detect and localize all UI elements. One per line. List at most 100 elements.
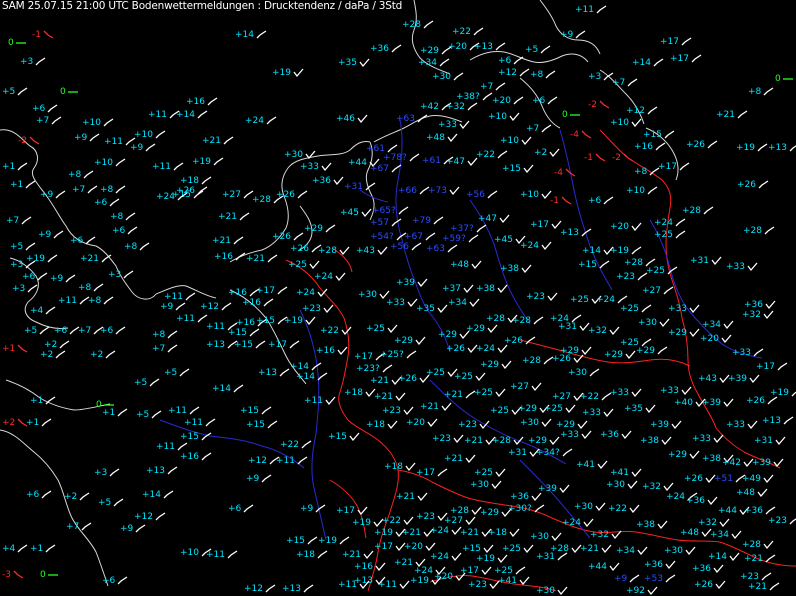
tendency-value: +10 bbox=[520, 190, 539, 200]
tendency-check-icon bbox=[775, 436, 786, 445]
tendency-value: +38 bbox=[702, 454, 721, 464]
station-observation: +6 bbox=[32, 104, 58, 114]
station-observation: +10 bbox=[610, 118, 642, 128]
tendency-check-icon bbox=[719, 518, 730, 527]
tendency-value: +17 bbox=[660, 37, 679, 47]
tendency-up-icon bbox=[109, 198, 120, 207]
tendency-check-icon bbox=[317, 288, 328, 297]
station-observation: +7 bbox=[480, 82, 506, 92]
tendency-value: +13 bbox=[282, 584, 301, 594]
tendency-value: +21 bbox=[212, 236, 231, 246]
tendency-value: +11 bbox=[338, 580, 357, 590]
tendency-up-icon bbox=[177, 442, 188, 451]
tendency-up-icon bbox=[205, 418, 216, 427]
station-observation: +15 bbox=[502, 164, 534, 174]
station-observation: +24 bbox=[156, 192, 188, 202]
tendency-value: +44 bbox=[588, 562, 607, 572]
station-observation: +7 bbox=[66, 522, 92, 532]
station-observation: +19 bbox=[476, 554, 508, 564]
tendency-value: +6 bbox=[102, 576, 116, 586]
station-observation: +13 bbox=[474, 42, 506, 52]
station-observation: +27 bbox=[510, 382, 542, 392]
tendency-value: +9 bbox=[246, 474, 260, 484]
station-observation: +6 bbox=[26, 490, 52, 500]
tendency-value: +30 bbox=[520, 418, 539, 428]
station-observation: +19 bbox=[272, 68, 304, 78]
tendency-up-icon bbox=[540, 45, 551, 54]
tendency-value: +22 bbox=[320, 326, 339, 336]
tendency-up-icon bbox=[777, 362, 788, 371]
tendency-value: +56 bbox=[390, 242, 409, 252]
tendency-value: +16 bbox=[242, 298, 261, 308]
tendency-value: +20 bbox=[406, 418, 425, 428]
tendency-up-icon bbox=[789, 518, 796, 525]
station-observation: +41 bbox=[498, 576, 530, 586]
station-observation: +45 bbox=[340, 208, 372, 218]
station-observation: +13 bbox=[258, 368, 290, 378]
tendency-value: +16 bbox=[228, 288, 247, 298]
tendency-up-icon bbox=[261, 474, 272, 483]
station-observation: +12 bbox=[498, 68, 530, 78]
station-observation: +26 bbox=[552, 354, 584, 364]
tendency-up-icon bbox=[55, 190, 66, 199]
tendency-flat-icon bbox=[569, 114, 580, 116]
tendency-check-icon bbox=[747, 262, 758, 271]
tendency-up-icon bbox=[17, 162, 28, 171]
station-observation: +5 bbox=[164, 368, 190, 378]
tendency-up-icon bbox=[515, 566, 526, 575]
station-observation: +1 bbox=[2, 344, 28, 354]
station-observation: +7 bbox=[612, 78, 638, 88]
tendency-value: +17 bbox=[256, 286, 275, 296]
tendency-up-icon bbox=[177, 192, 188, 201]
tendency-value: +21 bbox=[246, 254, 265, 264]
tendency-value: +34 bbox=[702, 320, 721, 330]
tendency-value: +21 bbox=[374, 392, 393, 402]
tendency-value: +19 bbox=[410, 576, 429, 586]
tendency-up-icon bbox=[113, 498, 124, 507]
station-observation: +9 bbox=[560, 30, 586, 40]
tendency-up-icon bbox=[737, 110, 748, 119]
tendency-up-icon bbox=[65, 274, 76, 283]
station-observation: -3 bbox=[2, 570, 24, 580]
station-observation: +33 bbox=[560, 430, 592, 440]
station-observation: +18 bbox=[296, 550, 328, 560]
tendency-value: +19 bbox=[352, 518, 371, 528]
station-observation: +6 bbox=[112, 226, 138, 236]
station-observation: +17 bbox=[416, 468, 448, 478]
tendency-value: +29 bbox=[528, 436, 547, 446]
station-observation: +43 bbox=[698, 374, 730, 384]
station-observation: +26 bbox=[686, 140, 718, 150]
station-observation: +38 bbox=[636, 520, 668, 530]
tendency-value: +21 bbox=[342, 550, 361, 560]
tendency-value: +21 bbox=[394, 558, 413, 568]
tendency-value: +92 bbox=[626, 586, 645, 596]
tendency-value: +16 bbox=[316, 346, 335, 356]
station-observation: +6 bbox=[54, 326, 80, 336]
station-observation: +28 bbox=[450, 506, 482, 516]
tendency-check-icon bbox=[713, 434, 724, 443]
station-observation: +17 bbox=[670, 54, 702, 64]
station-observation: +15 bbox=[328, 432, 360, 442]
tendency-up-icon bbox=[765, 554, 776, 563]
station-observation: +6 bbox=[102, 576, 128, 586]
tendency-value: +33 bbox=[726, 420, 745, 430]
station-observation: +59? bbox=[442, 234, 479, 244]
tendency-check-icon bbox=[603, 408, 614, 417]
tendency-value: +56 bbox=[466, 190, 485, 200]
tendency-up-icon bbox=[279, 368, 290, 377]
tendency-up-icon bbox=[223, 136, 234, 145]
station-observation: +34? bbox=[536, 448, 573, 458]
tendency-check-icon bbox=[419, 374, 430, 383]
tendency-check-icon bbox=[357, 506, 368, 515]
station-observation: +26 bbox=[746, 396, 778, 406]
tendency-check-icon bbox=[611, 530, 622, 539]
tendency-check-icon bbox=[403, 406, 414, 415]
tendency-up-icon bbox=[55, 350, 66, 359]
station-observation: +6 bbox=[22, 272, 48, 282]
tendency-check-icon bbox=[629, 504, 640, 513]
station-observation: +30 bbox=[432, 72, 464, 82]
tendency-value: +30? bbox=[508, 504, 532, 514]
station-observation: +12 bbox=[244, 584, 276, 594]
tendency-value: +9 bbox=[614, 574, 628, 584]
tendency-check-icon bbox=[625, 350, 636, 359]
